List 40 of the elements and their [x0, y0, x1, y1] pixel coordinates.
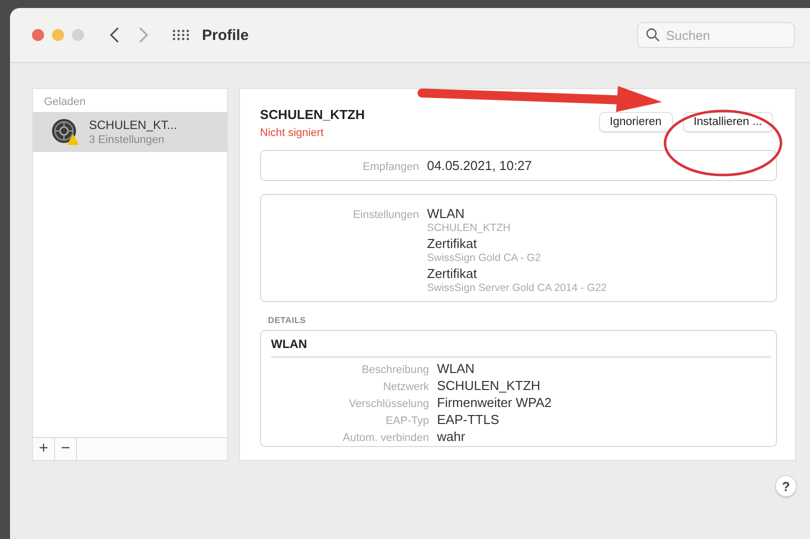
- search-field[interactable]: Suchen: [637, 22, 795, 48]
- ignore-button[interactable]: Ignorieren: [598, 112, 673, 132]
- field-label: Beschreibung: [360, 364, 429, 376]
- profile-name: SCHULEN_KT...: [89, 118, 178, 132]
- remove-button[interactable]: −: [55, 438, 77, 460]
- field-label: Netzwerk: [382, 381, 429, 393]
- field-label: Einstellungen: [352, 209, 419, 221]
- setting-title: WLAN: [427, 206, 466, 221]
- window-title: Profile: [202, 26, 250, 44]
- setting-subtitle: SCHULEN_KTZH: [427, 222, 512, 234]
- field-value: wahr: [437, 429, 466, 444]
- gear-icon: [52, 119, 76, 143]
- field-value: Firmenweiter WPA2: [437, 395, 553, 410]
- search-icon: [646, 28, 660, 42]
- field-label: Verschlüsselung: [348, 398, 429, 410]
- minimize-button[interactable]: [52, 29, 64, 41]
- signature-status: Nicht signiert: [260, 127, 325, 139]
- field-value: EAP-TTLS: [437, 412, 500, 427]
- close-button[interactable]: [32, 29, 44, 41]
- profile-subtitle: 3 Einstellungen: [89, 134, 166, 146]
- section-heading: DETAILS: [268, 315, 307, 325]
- field-label: Autom. verbinden: [342, 432, 429, 444]
- field-value: 04.05.2021, 10:27: [427, 158, 533, 173]
- field-value: WLAN: [437, 361, 476, 376]
- section-label: Geladen: [43, 95, 87, 110]
- add-button[interactable]: +: [33, 438, 55, 460]
- field-label: EAP-Typ: [384, 415, 429, 427]
- grid-icon[interactable]: [172, 29, 190, 41]
- setting-subtitle: SwissSign Gold CA - G2: [427, 252, 542, 264]
- setting-subtitle: SwissSign Server Gold CA 2014 - G22: [427, 282, 608, 294]
- back-icon[interactable]: [110, 27, 119, 43]
- profile-title: SCHULEN_KTZH: [260, 107, 365, 122]
- profile-item[interactable]: SCHULEN_KT... 3 Einstellungen: [33, 112, 227, 152]
- setting-title: Zertifikat: [427, 236, 478, 251]
- field-label: Empfangen: [362, 161, 419, 173]
- help-button[interactable]: ?: [775, 475, 797, 497]
- setting-title: Zertifikat: [427, 266, 478, 281]
- section-title: WLAN: [271, 331, 771, 358]
- forward-icon[interactable]: [139, 27, 148, 43]
- field-value: SCHULEN_KTZH: [437, 378, 542, 393]
